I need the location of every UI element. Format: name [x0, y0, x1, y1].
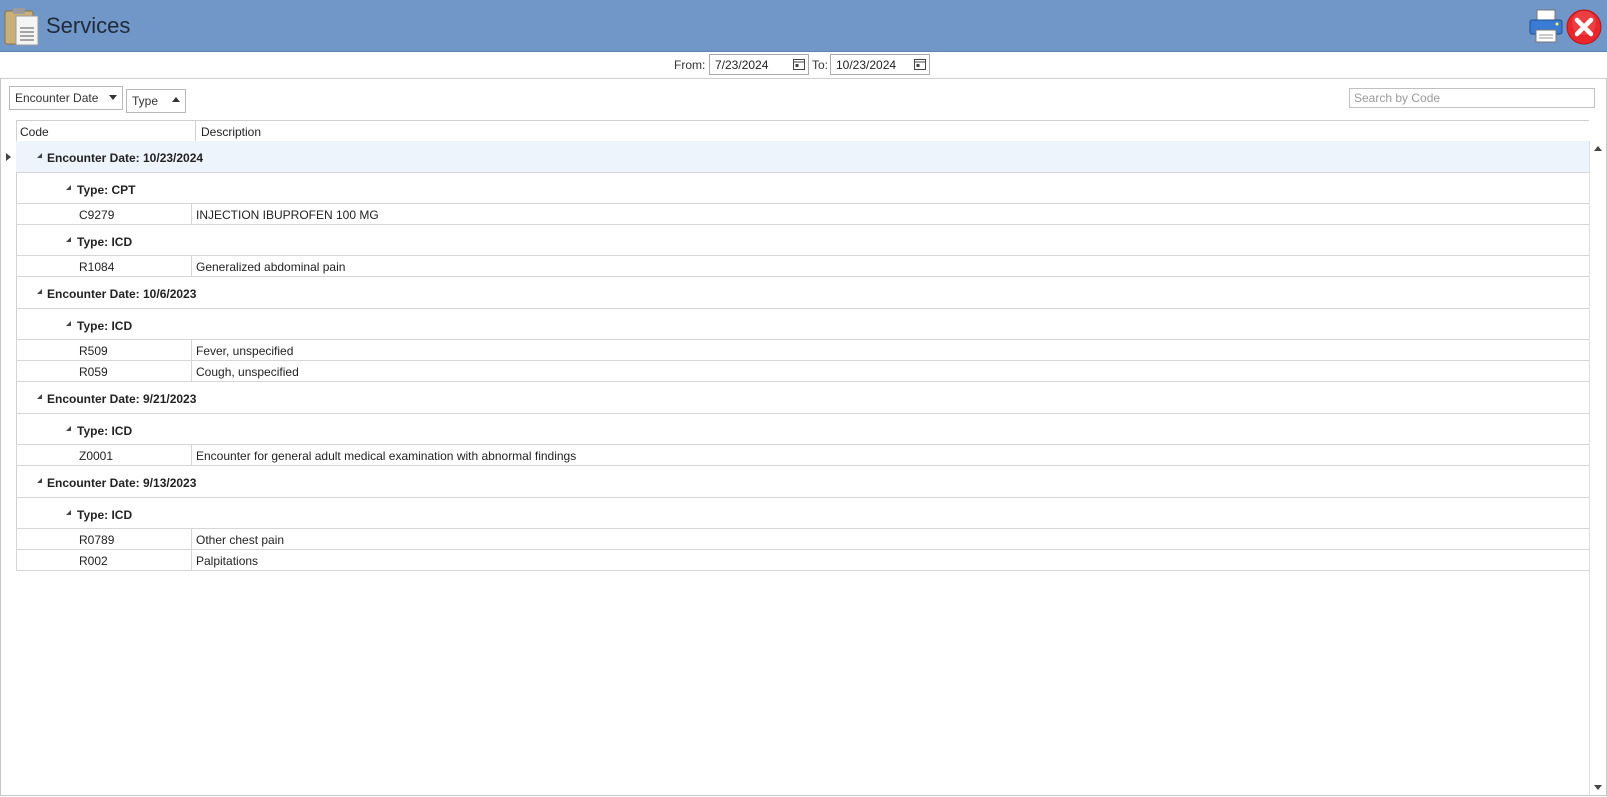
group-row-encounter-date[interactable]: Encounter Date: 10/6/2023	[16, 277, 1589, 309]
column-header-row: Code Description	[16, 120, 1589, 142]
to-date-picker[interactable]: 10/23/2024	[830, 54, 930, 75]
cell-code: R0789	[79, 533, 115, 547]
cell-description: Cough, unspecified	[196, 365, 299, 379]
calendar-icon[interactable]	[914, 58, 926, 70]
group-row-encounter-date[interactable]: Encounter Date: 9/21/2023	[16, 382, 1589, 414]
cell-description: Generalized abdominal pain	[196, 260, 346, 274]
collapse-triangle-icon[interactable]	[66, 237, 71, 242]
cell-code: R1084	[79, 260, 115, 274]
table-row[interactable]: Z0001 Encounter for general adult medica…	[16, 445, 1589, 466]
collapse-triangle-icon[interactable]	[37, 394, 42, 399]
printer-icon[interactable]	[1528, 8, 1564, 44]
title-bar: Services	[0, 0, 1607, 52]
table-row[interactable]: C9279 INJECTION IBUPROFEN 100 MG	[16, 204, 1589, 225]
group-row-type[interactable]: Type: ICD	[16, 414, 1589, 445]
collapse-triangle-icon[interactable]	[37, 153, 42, 158]
scroll-up-icon[interactable]	[1594, 146, 1602, 151]
close-icon[interactable]	[1566, 9, 1602, 45]
table-row[interactable]: R002 Palpitations	[16, 550, 1589, 571]
cell-description: INJECTION IBUPROFEN 100 MG	[196, 208, 379, 222]
group-label: Encounter Date: 9/13/2023	[47, 476, 197, 490]
vertical-scrollbar[interactable]	[1589, 141, 1606, 795]
cell-description: Other chest pain	[196, 533, 285, 547]
calendar-icon[interactable]	[793, 58, 805, 70]
collapse-triangle-icon[interactable]	[66, 185, 71, 190]
group-label: Type: ICD	[77, 235, 133, 249]
date-range-bar: From: 7/23/2024 To: 10/23/2024	[0, 52, 1607, 79]
group-label: Type: ICD	[77, 424, 133, 438]
from-date-value: 7/23/2024	[715, 58, 769, 72]
group-label: Encounter Date: 10/23/2024	[47, 151, 204, 165]
cell-description: Palpitations	[196, 554, 259, 568]
from-label: From:	[674, 58, 706, 72]
cell-code: R002	[79, 554, 108, 568]
cell-description: Fever, unspecified	[196, 344, 294, 358]
collapse-triangle-icon[interactable]	[66, 321, 71, 326]
to-label: To:	[812, 58, 829, 72]
from-date-picker[interactable]: 7/23/2024	[709, 54, 809, 75]
table-row[interactable]: R0789 Other chest pain	[16, 529, 1589, 550]
collapse-triangle-icon[interactable]	[37, 289, 42, 294]
collapse-triangle-icon[interactable]	[66, 510, 71, 515]
row-indicator-column	[0, 120, 17, 568]
group-row-encounter-date[interactable]: Encounter Date: 10/23/2024	[16, 141, 1589, 173]
to-date-value: 10/23/2024	[836, 58, 897, 72]
group-label: Encounter Date: 9/21/2023	[47, 392, 197, 406]
window-title: Services	[46, 13, 131, 38]
collapse-triangle-icon[interactable]	[66, 426, 71, 431]
group-label: Encounter Date: 10/6/2023	[47, 287, 197, 301]
group-row-type[interactable]: Type: CPT	[16, 173, 1589, 204]
cell-description: Encounter for general adult medical exam…	[196, 449, 577, 463]
current-row-indicator-icon	[6, 153, 11, 161]
group-label: Type: CPT	[77, 183, 136, 197]
sort-descending-icon	[109, 95, 117, 100]
sort-ascending-icon	[172, 97, 180, 102]
column-divider[interactable]	[195, 121, 196, 141]
table-row[interactable]: R509 Fever, unspecified	[16, 340, 1589, 361]
cell-code: R509	[79, 344, 108, 358]
cell-code: Z0001	[79, 449, 114, 463]
table-row[interactable]: R059 Cough, unspecified	[16, 361, 1589, 382]
scroll-down-icon[interactable]	[1594, 785, 1602, 790]
group-label: Type: ICD	[77, 508, 133, 522]
group-chip-type[interactable]: Type	[126, 89, 186, 113]
chip-label: Encounter Date	[15, 91, 99, 105]
chip-label: Type	[132, 94, 159, 108]
group-chip-encounter-date[interactable]: Encounter Date	[9, 86, 123, 110]
search-input[interactable]	[1349, 88, 1595, 108]
group-row-type[interactable]: Type: ICD	[16, 225, 1589, 256]
cell-code: R059	[79, 365, 108, 379]
group-label: Type: ICD	[77, 319, 133, 333]
column-header-description[interactable]: Description	[201, 125, 261, 139]
collapse-triangle-icon[interactable]	[37, 478, 42, 483]
table-row[interactable]: R1084 Generalized abdominal pain	[16, 256, 1589, 277]
column-header-code[interactable]: Code	[20, 125, 49, 139]
group-row-type[interactable]: Type: ICD	[16, 309, 1589, 340]
group-row-encounter-date[interactable]: Encounter Date: 9/13/2023	[16, 466, 1589, 498]
cell-code: C9279	[79, 208, 115, 222]
clipboard-icon	[4, 8, 39, 46]
group-row-type[interactable]: Type: ICD	[16, 498, 1589, 529]
